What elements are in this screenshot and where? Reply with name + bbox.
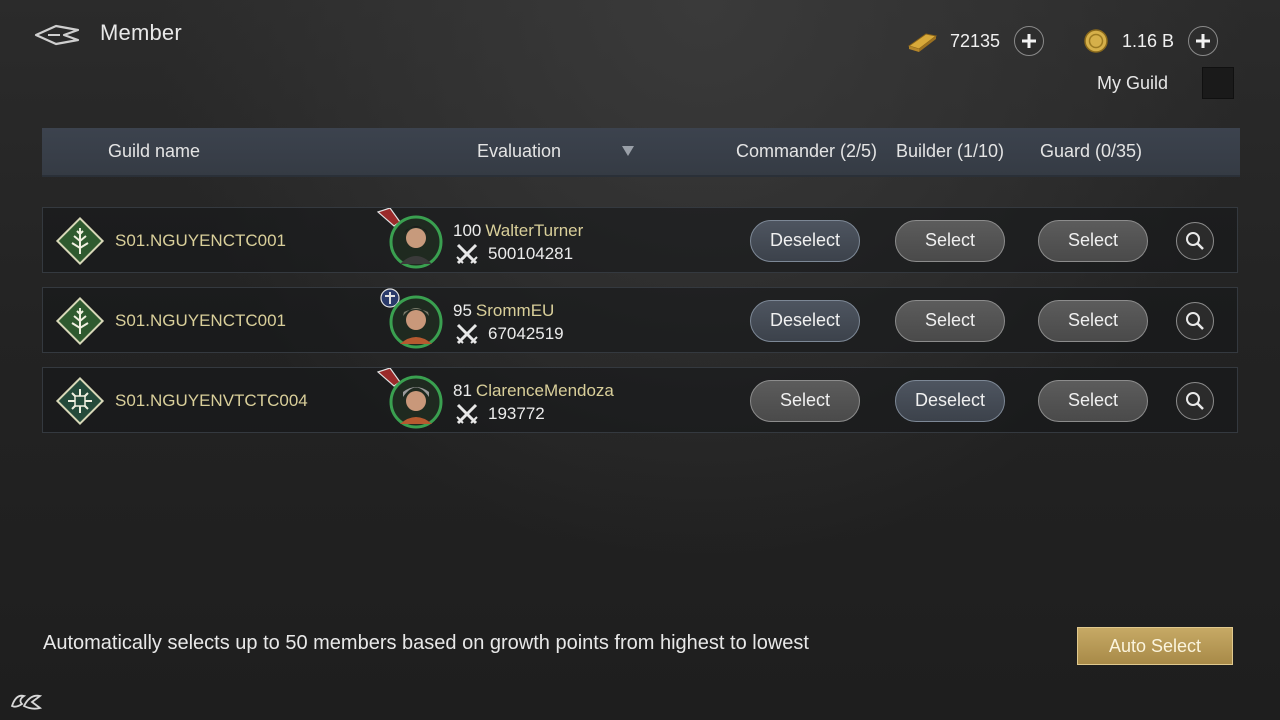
coin-amount: 1.16 B: [1122, 30, 1175, 51]
guild-name: S01.NGUYENCTC001: [115, 231, 287, 250]
column-guard: Guard (0/35): [1040, 141, 1143, 161]
my-guild-checkbox[interactable]: [1202, 67, 1234, 99]
table-row: S01.NGUYENCTC001 100 WalterTurner 5001042…: [42, 207, 1238, 273]
search-icon: [1186, 392, 1204, 410]
auto-select-button[interactable]: Auto Select: [1077, 627, 1233, 665]
member-name: WalterTurner: [485, 221, 584, 240]
member-power: 67042519: [488, 324, 564, 343]
back-button[interactable]: [34, 20, 80, 50]
builder-toggle-button[interactable]: Select: [895, 220, 1005, 262]
guard-toggle-button[interactable]: Select: [1038, 300, 1148, 342]
game-logo-icon: [10, 694, 43, 710]
builder-toggle-button[interactable]: Deselect: [895, 380, 1005, 422]
member-level: 95: [453, 301, 472, 320]
crossed-swords-icon: [456, 403, 478, 425]
guild-emblem-icon: [55, 216, 105, 266]
member-power: 193772: [488, 404, 545, 423]
add-gold-bar-button[interactable]: [1014, 26, 1045, 56]
crossed-swords-icon: [456, 243, 478, 265]
column-evaluation[interactable]: Evaluation: [477, 141, 561, 162]
member-info: 100 WalterTurner: [453, 221, 583, 241]
gold-coin-icon: [1084, 29, 1108, 53]
guild-name: S01.NGUYENVTCTC004: [115, 391, 308, 410]
member-level: 100: [453, 221, 482, 240]
search-icon: [1186, 312, 1204, 330]
member-level: 81: [453, 381, 472, 400]
guild-name: S01.NGUYENCTC001: [115, 311, 287, 330]
view-member-button[interactable]: [1176, 302, 1214, 340]
table-header: Guild name Evaluation Commander (2/5) Bu…: [42, 128, 1240, 177]
guild-emblem-icon: [55, 376, 105, 426]
member-info: 81 ClarenceMendoza: [453, 381, 614, 401]
crossed-swords-icon: [456, 323, 478, 345]
coin-currency: 1.16 B: [1082, 26, 1219, 56]
table-row: S01.NGUYENVTCTC004 81 ClarenceMendoza 193…: [42, 367, 1238, 433]
add-coin-button[interactable]: [1188, 26, 1219, 56]
my-guild-label: My Guild: [1097, 73, 1169, 93]
member-power: 500104281: [488, 244, 574, 263]
view-member-button[interactable]: [1176, 222, 1214, 260]
gold-bar-icon: [907, 33, 938, 52]
member-name: ClarenceMendoza: [475, 381, 614, 400]
member-avatar: [380, 288, 443, 349]
member-name: SrommEU: [475, 301, 555, 320]
column-builder: Builder (1/10): [896, 141, 1005, 161]
sort-down-icon[interactable]: [622, 146, 634, 156]
column-guild-name: Guild name: [108, 141, 201, 161]
guard-toggle-button[interactable]: Select: [1038, 380, 1148, 422]
guard-toggle-button[interactable]: Select: [1038, 220, 1148, 262]
auto-select-description: Automatically selects up to 50 members b…: [43, 632, 809, 654]
guild-emblem-icon: [55, 296, 105, 346]
column-commander: Commander (2/5): [736, 141, 878, 161]
member-avatar: [376, 208, 443, 269]
plus-icon: [1196, 34, 1211, 48]
table-row: S01.NGUYENCTC001 95 SrommEU 67042519 Dese…: [42, 287, 1238, 353]
commander-toggle-button[interactable]: Select: [750, 380, 860, 422]
back-arrow-icon: [34, 24, 80, 46]
commander-toggle-button[interactable]: Deselect: [750, 220, 860, 262]
plus-icon: [1022, 34, 1037, 48]
view-member-button[interactable]: [1176, 382, 1214, 420]
gold-bar-currency: 72135: [906, 26, 1045, 56]
page-title: Member: [100, 20, 182, 45]
member-info: 95 SrommEU: [453, 301, 554, 321]
builder-toggle-button[interactable]: Select: [895, 300, 1005, 342]
commander-toggle-button[interactable]: Deselect: [750, 300, 860, 342]
gold-bar-amount: 72135: [950, 30, 1001, 51]
member-avatar: [376, 368, 443, 429]
search-icon: [1186, 232, 1204, 250]
